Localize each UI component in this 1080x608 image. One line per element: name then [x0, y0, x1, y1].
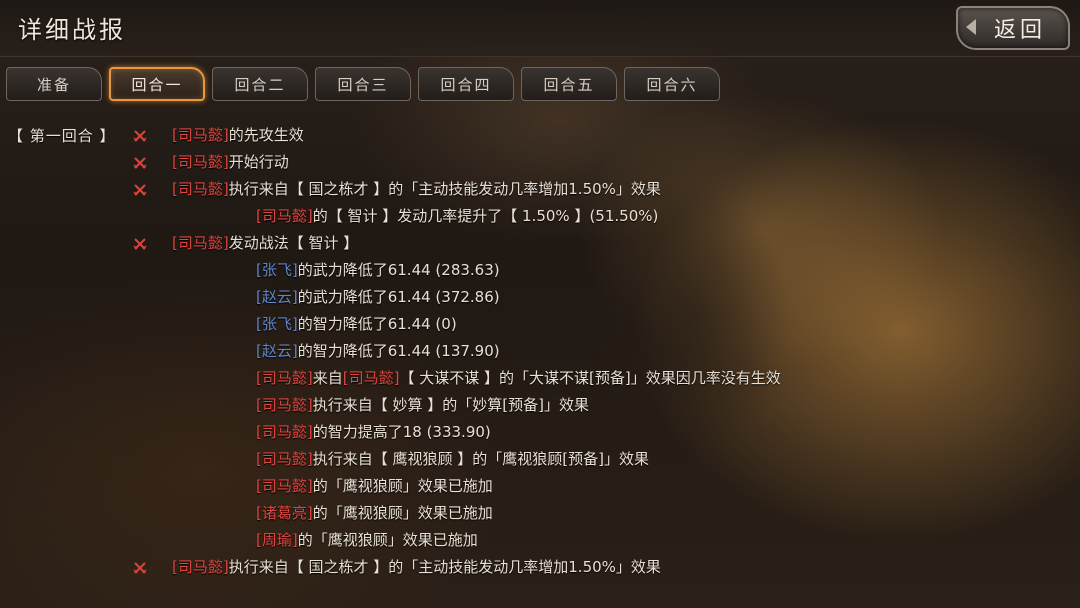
log-line: [张飞]的智力降低了61.44 (0)	[256, 311, 457, 338]
round-tabs: 准备 回合一 回合二 回合三 回合四 回合五 回合六	[6, 67, 720, 103]
log-text: 的武力降低了61.44 (283.63)	[297, 261, 500, 279]
back-arrow-icon	[966, 19, 976, 35]
title-bar: 详细战报 返回	[0, 0, 1080, 57]
log-line: [张飞]的武力降低了61.44 (283.63)	[256, 257, 500, 284]
hero-name: [司马懿]	[256, 207, 313, 225]
log-line: [司马懿]的「鹰视狼顾」效果已施加	[256, 473, 493, 500]
hero-name: [周瑜]	[256, 531, 298, 549]
log-line: [司马懿]执行来自【 国之栋才 】的「主动技能发动几率增加1.50%」效果	[172, 176, 661, 203]
log-line: [司马懿]开始行动	[172, 149, 289, 176]
log-line: [司马懿]执行来自【 鹰视狼顾 】的「鹰视狼顾[预备]」效果	[256, 446, 649, 473]
log-text: 的智力降低了61.44 (137.90)	[297, 342, 500, 360]
crossed-swords-icon	[132, 236, 148, 252]
log-text: 执行来自【 国之栋才 】的「主动技能发动几率增加1.50%」效果	[228, 558, 661, 576]
log-line: [司马懿]来自[司马懿]【 大谋不谋 】的「大谋不谋[预备]」效果因几率没有生效	[256, 365, 781, 392]
page-title: 详细战报	[18, 16, 126, 44]
hero-name: [司马懿]	[342, 369, 400, 387]
log-line: [司马懿]的智力提高了18 (333.90)	[256, 419, 491, 446]
log-text: 执行来自【 国之栋才 】的「主动技能发动几率增加1.50%」效果	[228, 180, 661, 198]
log-text: 的先攻生效	[228, 126, 304, 144]
hero-name: [司马懿]	[256, 396, 313, 414]
log-text: 的「鹰视狼顾」效果已施加	[297, 531, 478, 549]
log-line: [赵云]的武力降低了61.44 (372.86)	[256, 284, 500, 311]
crossed-swords-icon	[132, 128, 148, 144]
hero-name: [司马懿]	[256, 423, 313, 441]
log-line: [司马懿]的先攻生效	[172, 122, 304, 149]
log-text: 的武力降低了61.44 (372.86)	[297, 288, 500, 306]
log-line: [司马懿]发动战法【 智计 】	[172, 230, 358, 257]
tab-round-4[interactable]: 回合四	[418, 67, 514, 101]
log-line: [周瑜]的「鹰视狼顾」效果已施加	[256, 527, 478, 554]
log-text: 发动战法【 智计 】	[228, 234, 359, 252]
battle-log[interactable]: 【 第一回合 】 [司马懿]的先攻生效 [司马懿]开始行动 [司马懿]执行来自【 国…	[0, 122, 1080, 608]
log-text: 【 大谋不谋 】的「大谋不谋[预备]」效果因几率没有生效	[399, 369, 781, 387]
log-text: 开始行动	[228, 153, 289, 171]
log-text: 的智力降低了61.44 (0)	[297, 315, 457, 333]
log-text: 执行来自【 鹰视狼顾 】的「鹰视狼顾[预备]」效果	[312, 450, 649, 468]
hero-name: [赵云]	[256, 288, 298, 306]
hero-name: [司马懿]	[172, 558, 229, 576]
tab-round-2[interactable]: 回合二	[212, 67, 308, 101]
hero-name: [张飞]	[256, 315, 298, 333]
hero-name: [诸葛亮]	[256, 504, 313, 522]
back-button-label: 返回	[993, 18, 1046, 43]
hero-name: [司马懿]	[256, 450, 313, 468]
log-text: 的「鹰视狼顾」效果已施加	[312, 504, 493, 522]
hero-name: [张飞]	[256, 261, 298, 279]
crossed-swords-icon	[132, 182, 148, 198]
log-text: 的「鹰视狼顾」效果已施加	[312, 477, 493, 495]
hero-name: [司马懿]	[172, 180, 229, 198]
hero-name: [司马懿]	[172, 153, 229, 171]
log-line: [司马懿]的【 智计 】发动几率提升了【 1.50% 】(51.50%)	[256, 203, 658, 230]
log-line: [诸葛亮]的「鹰视狼顾」效果已施加	[256, 500, 493, 527]
hero-name: [司马懿]	[256, 369, 313, 387]
log-text: 来自	[312, 369, 343, 387]
crossed-swords-icon	[132, 560, 148, 576]
log-text: 的【 智计 】发动几率提升了【 1.50% 】(51.50%)	[312, 207, 659, 225]
tab-prepare[interactable]: 准备	[6, 67, 102, 101]
hero-name: [司马懿]	[172, 234, 229, 252]
round-label: 【 第一回合 】	[8, 127, 116, 145]
tab-round-3[interactable]: 回合三	[315, 67, 411, 101]
log-line: [赵云]的智力降低了61.44 (137.90)	[256, 338, 500, 365]
hero-name: [司马懿]	[172, 126, 229, 144]
crossed-swords-icon	[132, 155, 148, 171]
log-text: 执行来自【 妙算 】的「妙算[预备]」效果	[312, 396, 589, 414]
hero-name: [司马懿]	[256, 477, 313, 495]
tab-round-6[interactable]: 回合六	[624, 67, 720, 101]
log-line: [司马懿]执行来自【 国之栋才 】的「主动技能发动几率增加1.50%」效果	[172, 554, 661, 581]
tab-round-5[interactable]: 回合五	[521, 67, 617, 101]
log-text: 的智力提高了18 (333.90)	[312, 423, 491, 441]
log-line: [司马懿]执行来自【 妙算 】的「妙算[预备]」效果	[256, 392, 589, 419]
back-button[interactable]: 返回	[956, 6, 1070, 50]
tab-round-1[interactable]: 回合一	[109, 67, 205, 101]
hero-name: [赵云]	[256, 342, 298, 360]
